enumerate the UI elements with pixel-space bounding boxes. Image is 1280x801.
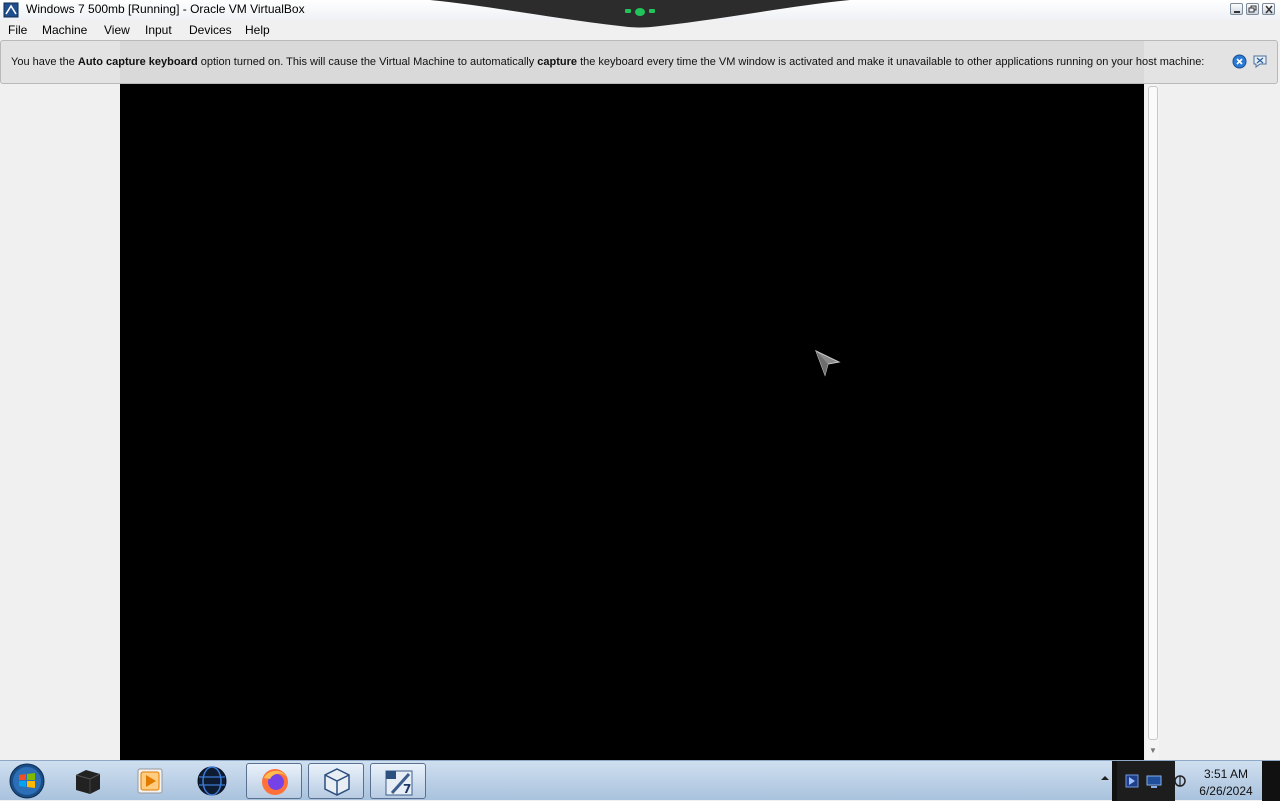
taskbar-media-player[interactable] [122, 763, 178, 799]
vm-screen[interactable] [120, 40, 1144, 760]
taskbar-globe[interactable] [184, 763, 240, 799]
menu-file[interactable]: File [8, 23, 27, 37]
close-circle-icon[interactable] [1232, 54, 1247, 69]
menu-help[interactable]: Help [245, 23, 270, 37]
taskbar-firefox[interactable] [246, 763, 302, 799]
firefox-icon [262, 769, 288, 795]
auto-capture-notification: You have the Auto capture keyboard optio… [0, 40, 1278, 84]
tray-app-icon[interactable] [1124, 773, 1140, 789]
virtualbox-icon [324, 768, 350, 796]
vm-mini-toolbar[interactable] [430, 0, 850, 30]
clock-time[interactable]: 3:51 AM [1195, 767, 1257, 781]
show-desktop-button[interactable] [1262, 761, 1280, 801]
scrollbar-thumb[interactable] [1148, 86, 1158, 740]
minimize-button[interactable] [1230, 3, 1243, 15]
scroll-down-arrow-icon[interactable]: ▼ [1149, 746, 1157, 755]
svg-text:7: 7 [403, 782, 411, 796]
menu-input[interactable]: Input [145, 23, 172, 37]
windows7-vm-icon: 7 [385, 770, 413, 796]
mouse-pointer-icon [815, 350, 841, 377]
network-icon[interactable] [1146, 773, 1162, 789]
taskbar-windows7-vm[interactable]: 7 [370, 763, 426, 799]
notice-text-part: option turned on. This will cause the Vi… [197, 56, 538, 68]
menu-devices[interactable]: Devices [189, 23, 232, 37]
windows-orb-icon[interactable] [5, 761, 49, 801]
window-title: Windows 7 500mb [Running] - Oracle VM Vi… [26, 2, 305, 16]
clock-date[interactable]: 6/26/2024 [1195, 784, 1257, 798]
virtualbox-app-icon [3, 2, 19, 18]
dismiss-message-icon[interactable] [1252, 54, 1268, 69]
menu-machine[interactable]: Machine [42, 23, 87, 37]
menu-view[interactable]: View [104, 23, 130, 37]
notice-bold-auto-capture: Auto capture keyboard [77, 56, 198, 68]
globe-icon [197, 766, 227, 796]
terminal-icon [75, 770, 101, 794]
media-player-icon [137, 768, 163, 794]
taskbar: 7 3:51 AM 6/26/2024 [0, 760, 1280, 801]
notice-text-part: You have the [11, 56, 78, 68]
restore-button[interactable] [1246, 3, 1259, 15]
vertical-scrollbar[interactable] [1146, 40, 1159, 760]
close-window-button[interactable] [1262, 3, 1275, 15]
notice-text-part: the keyboard every time the VM window is… [577, 56, 1205, 68]
taskbar-terminal[interactable] [60, 763, 116, 799]
notification-message: You have the Auto capture keyboard optio… [11, 56, 1204, 68]
volume-icon[interactable] [1173, 773, 1187, 789]
vm-left-margin [0, 40, 120, 760]
taskbar-virtualbox[interactable] [308, 763, 364, 799]
show-hidden-icons-icon[interactable] [1100, 773, 1110, 783]
notice-bold-capture: capture [537, 56, 578, 68]
vm-right-margin [1160, 40, 1280, 760]
